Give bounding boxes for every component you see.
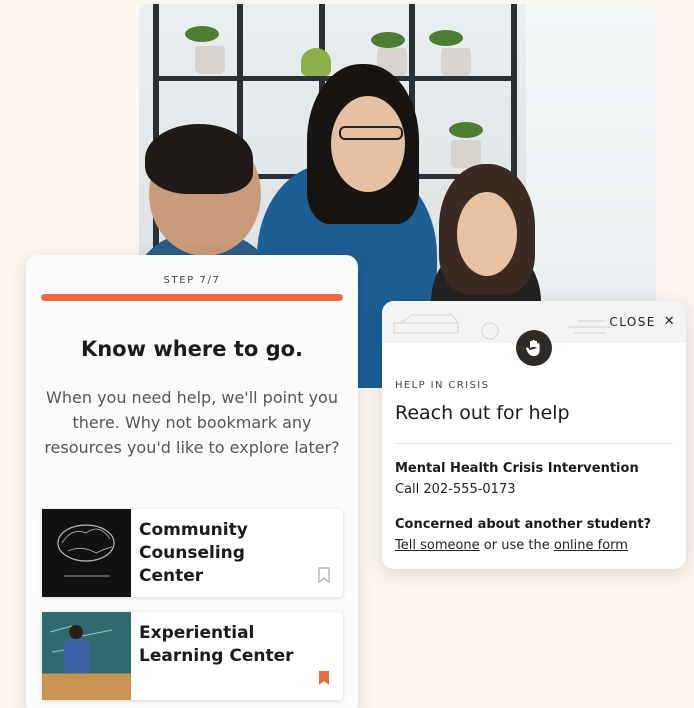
tell-someone-link[interactable]: Tell someone — [395, 538, 480, 553]
close-button[interactable]: CLOSE ✕ — [609, 314, 676, 329]
step-description: When you need help, we'll point you ther… — [44, 388, 340, 457]
plant-pot — [441, 48, 471, 76]
resource-thumbnail-brain — [42, 509, 131, 597]
progress-bar — [41, 294, 343, 301]
concern-actions: Tell someone or use the online form — [395, 538, 628, 553]
person-woman-face — [331, 96, 405, 192]
online-form-link[interactable]: online form — [554, 538, 628, 553]
glasses — [339, 126, 403, 140]
popup-heading: Reach out for help — [395, 402, 570, 424]
resource-card-counseling[interactable]: Community Counseling Center — [42, 509, 343, 597]
divider — [395, 443, 673, 444]
bookmark-filled-icon[interactable] — [318, 670, 330, 686]
resource-card-experiential[interactable]: Experiential Learning Center — [42, 612, 343, 700]
crisis-help-popup: CLOSE ✕ HELP IN CRISIS Reach out for hel… — [382, 301, 686, 569]
close-label: CLOSE — [609, 314, 656, 329]
plant-leaves — [429, 30, 463, 46]
progress-bar-fill — [41, 294, 343, 301]
resource-name: Experiential Learning Center — [139, 623, 294, 666]
plant-leaves — [185, 26, 219, 42]
close-icon: ✕ — [663, 314, 676, 329]
hand-stop-icon — [516, 330, 552, 366]
hotline-title: Mental Health Crisis Intervention — [395, 461, 639, 476]
plant-leaves — [449, 122, 483, 138]
bookmark-outline-icon[interactable] — [318, 567, 330, 583]
popup-kicker: HELP IN CRISIS — [395, 380, 490, 391]
plant-leaves — [371, 32, 405, 48]
plant-pot — [195, 46, 225, 74]
onboarding-step-card: STEP 7/7 Know where to go. When you need… — [26, 255, 358, 708]
person-woman-2-face — [457, 192, 517, 276]
concern-connector-text: or use the — [479, 538, 554, 553]
hotline-phone[interactable]: Call 202-555-0173 — [395, 482, 516, 497]
resource-name: Community Counseling Center — [139, 520, 248, 586]
person-man-hair — [145, 124, 253, 194]
step-indicator: STEP 7/7 — [163, 275, 221, 286]
plant-pot — [301, 48, 331, 76]
resource-thumbnail-classroom — [42, 612, 131, 700]
plant-pot — [451, 140, 481, 168]
step-title: Know where to go. — [80, 337, 304, 361]
concern-title: Concerned about another student? — [395, 517, 652, 532]
